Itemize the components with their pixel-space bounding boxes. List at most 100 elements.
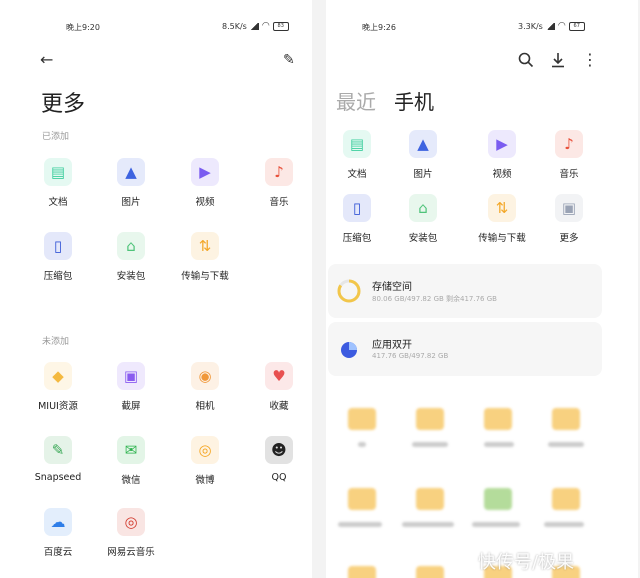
grid-item-label: 安装包 [408,233,438,244]
grid-item-music[interactable]: ♪ 音乐 [534,130,604,180]
archive-icon: ▯ [343,194,371,222]
grid-item-image[interactable]: ▲ 图片 [388,130,458,180]
grid-item-image[interactable]: ▲ 图片 [96,158,166,208]
status-time: 晚上9:26 [362,23,396,32]
dual-app-card[interactable]: 应用双开 417.76 GB/497.82 GB [328,322,602,376]
grid-item-apk[interactable]: ⌂ 安装包 [96,232,166,282]
grid-item-apk[interactable]: ⌂ 安装包 [388,194,458,244]
grid-item-label: 图片 [413,169,433,180]
status-bar-right: 8.5K/s ◠ 83 [222,22,289,31]
tab-recent[interactable]: 最近 [336,86,376,115]
folder-icon[interactable] [416,488,444,510]
grid-item-label: 传输与下载 [478,233,526,244]
music-icon: ♪ [555,130,583,158]
more-menu-icon[interactable]: ⋮ [582,52,598,68]
grid-item-more[interactable]: ▣ 更多 [534,194,604,244]
battery-icon: 67 [568,22,585,31]
document-icon: ▤ [44,158,72,186]
grid-item-snapseed[interactable]: ✎ Snapseed [23,436,93,483]
grid-item-music[interactable]: ♪ 音乐 [244,158,312,208]
grid-item-transfer[interactable]: ⇅ 传输与下载 [170,232,240,282]
grid-item-favorite[interactable]: ♥ 收藏 [244,362,312,412]
search-icon[interactable] [518,52,534,71]
grid-item-weibo[interactable]: ◎ 微博 [170,436,240,486]
folder-label [338,522,382,527]
grid-item-label: 截屏 [121,401,141,412]
storage-title: 存储空间 [372,282,412,293]
grid-item-screenshot[interactable]: ▣ 截屏 [96,362,166,412]
favorite-icon: ♥ [265,362,293,390]
grid-item-transfer[interactable]: ⇅ 传输与下载 [467,194,537,244]
wifi-icon: ◠ [261,21,270,31]
grid-item-video[interactable]: ▶ 视频 [170,158,240,208]
grid-item-label: 文档 [347,169,367,180]
grid-item-baidu-cloud[interactable]: ☁ 百度云 [23,508,93,558]
baidu-cloud-icon: ☁ [44,508,72,536]
folder-icon[interactable] [552,408,580,430]
netease-music-icon: ◎ [117,508,145,536]
snapseed-icon: ✎ [44,436,72,464]
grid-item-video[interactable]: ▶ 视频 [467,130,537,180]
signal-icon [249,23,259,30]
grid-item-archive[interactable]: ▯ 压缩包 [326,194,392,244]
folder-icon[interactable] [484,408,512,430]
miui-resource-icon: ◆ [44,362,72,390]
image-icon: ▲ [409,130,437,158]
weibo-icon: ◎ [191,436,219,464]
document-icon: ▤ [343,130,371,158]
grid-item-document[interactable]: ▤ 文档 [326,130,392,180]
grid-item-label: 压缩包 [43,271,73,282]
folder-icon[interactable] [416,408,444,430]
grid-item-label: 图片 [121,197,141,208]
wifi-icon: ◠ [557,21,566,31]
folder-icon[interactable] [348,488,376,510]
grid-item-qq[interactable]: ☻ QQ [244,436,312,483]
storage-ring-icon [337,279,361,303]
folder-icon[interactable] [348,408,376,430]
folder-icon[interactable] [416,566,444,578]
grid-item-camera[interactable]: ◉ 相机 [170,362,240,412]
folder-icon[interactable] [484,488,512,510]
grid-item-label: 更多 [559,233,579,244]
tab-phone[interactable]: 手机 [394,86,434,115]
grid-item-wechat[interactable]: ✉ 微信 [96,436,166,486]
battery-icon: 83 [272,22,289,31]
grid-item-document[interactable]: ▤ 文档 [23,158,93,208]
folder-label [412,442,448,447]
folder-icon[interactable] [348,566,376,578]
section-added-label: 已添加 [42,132,70,142]
grid-item-label: 音乐 [269,197,289,208]
back-arrow-icon[interactable]: ← [40,52,53,68]
download-icon[interactable] [551,52,565,71]
grid-item-archive[interactable]: ▯ 压缩包 [23,232,93,282]
page-title: 更多 [41,92,86,117]
network-speed: 3.3K/s [518,22,543,31]
camera-icon: ◉ [191,362,219,390]
grid-item-label: 音乐 [559,169,579,180]
transfer-icon: ⇅ [488,194,516,222]
qq-icon: ☻ [265,436,293,464]
folder-label [548,442,584,447]
transfer-icon: ⇅ [191,232,219,260]
grid-item-miui-resource[interactable]: ◆ MIUI资源 [23,362,93,412]
dual-app-icon [341,342,357,358]
grid-item-netease-music[interactable]: ◎ 网易云音乐 [96,508,166,558]
status-time: 晚上9:20 [66,23,100,32]
grid-item-label: 传输与下载 [181,271,229,282]
storage-card[interactable]: 存储空间 80.06 GB/497.82 GB 剩余417.76 GB [328,264,602,318]
screenshot-icon: ▣ [117,362,145,390]
storage-detail: 80.06 GB/497.82 GB 剩余417.76 GB [372,295,497,303]
apk-icon: ⌂ [117,232,145,260]
dual-app-title: 应用双开 [372,340,412,351]
folder-label [358,442,366,447]
grid-item-label: 视频 [195,197,215,208]
folder-icon[interactable] [552,488,580,510]
grid-item-label: 视频 [492,169,512,180]
grid-item-label: 安装包 [116,271,146,282]
folder-label [472,522,520,527]
edit-icon[interactable]: ✎ [283,52,295,68]
folder-label [402,522,454,527]
archive-icon: ▯ [44,232,72,260]
image-icon: ▲ [117,158,145,186]
phone-files-page: 晚上9:26 3.3K/s ◠ 67 ⋮ 最近 手机 ▤ 文档 ▲ 图片 ▶ 视频 ♪ 音乐 ▯… [326,0,638,578]
